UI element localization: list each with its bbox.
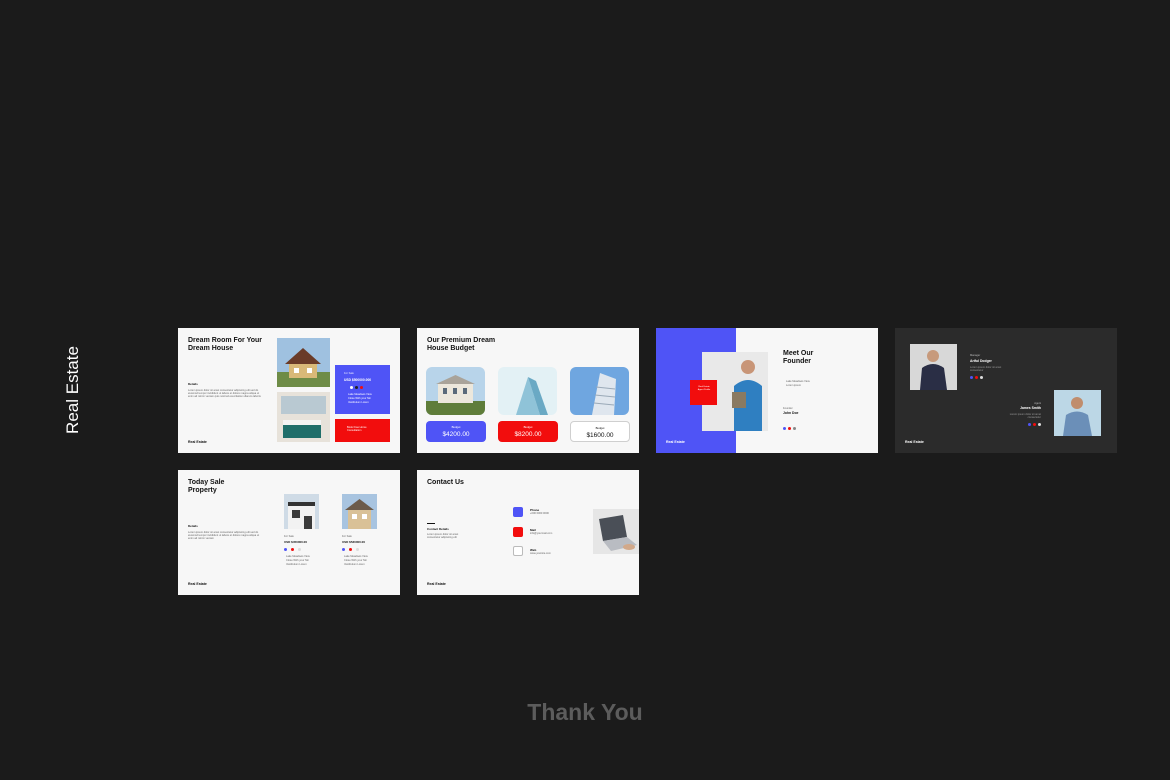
- property2-tag: For Sale: [342, 535, 352, 538]
- slide-footer: Real Estate: [427, 582, 446, 586]
- budget-amount: $4200.00: [442, 431, 470, 438]
- details-body: Lorem ipsum dolor sit amet consectetur a…: [188, 531, 260, 541]
- property2-feature-3: Vestibulum Lorem: [344, 563, 365, 566]
- budget-label: Budget: [595, 426, 605, 430]
- feature-3: Vestibulum Lorem: [348, 401, 369, 404]
- price-value: USD $500000.000: [344, 378, 372, 382]
- budget-amount: $1600.00: [586, 432, 614, 439]
- red-badge: Real Estate Agent Profile: [690, 380, 717, 405]
- property1-price: USD $450000.00: [284, 540, 308, 544]
- social-dot-2[interactable]: [788, 427, 791, 430]
- web-value: www.yoursite.com: [530, 552, 551, 555]
- property2-feature-1: Lake Meadows View: [344, 555, 368, 558]
- social-dot-1[interactable]: [783, 427, 786, 430]
- slide-team[interactable]: Manager Artful Dodger Lorem ipsum dolor …: [895, 328, 1117, 453]
- slide-dream-room[interactable]: Dream Room For Your Dream House Details …: [178, 328, 400, 453]
- founder-role: Founder: [783, 407, 793, 410]
- budget-card-blue[interactable]: Budget $4200.00: [426, 421, 486, 442]
- slide-title: Dream Room For Your Dream House: [188, 337, 263, 352]
- property1-feature-3: Vestibulum Lorem: [286, 563, 307, 566]
- member1-role: Manager: [970, 354, 981, 357]
- side-title: Real Estate: [63, 346, 82, 434]
- property2-feature-2: Close With your Ski: [344, 559, 367, 562]
- budget-card-red[interactable]: Budget $8200.00: [498, 421, 558, 442]
- property1-feature-2: Close With your Ski: [286, 559, 309, 562]
- phone-icon: [513, 507, 523, 517]
- property2-price: USD $530000.00: [342, 540, 366, 544]
- member1-photo: [910, 344, 957, 390]
- member2-photo: [1054, 390, 1101, 436]
- slide-contact[interactable]: Contact Us Contact Details Lorem ipsum d…: [417, 470, 639, 595]
- property1-tag: For Sale: [284, 535, 294, 538]
- member2-name: James Smith: [1020, 406, 1041, 410]
- budget-label: Budget: [523, 425, 533, 429]
- laptop-photo: [593, 509, 639, 554]
- bedroom-photo: [277, 392, 330, 442]
- slide-footer: Real Estate: [666, 440, 685, 444]
- glass-building-photo: [498, 367, 557, 415]
- price-tag: For Sale: [344, 372, 354, 375]
- property2-dot-3: [356, 548, 359, 551]
- thank-you-text: Thank You: [527, 699, 643, 725]
- member1-dot-2[interactable]: [975, 376, 978, 379]
- color-dot-1: [350, 386, 353, 389]
- mail-value: info@yourmail.com: [530, 532, 553, 535]
- budget-card-white[interactable]: Budget $1600.00: [570, 421, 630, 442]
- consultation-text: Book Free Home Consultation: [347, 426, 367, 433]
- property1-dot-3: [298, 548, 301, 551]
- member1-dot-1[interactable]: [970, 376, 973, 379]
- member2-dot-3[interactable]: [1038, 423, 1041, 426]
- house-photo: [277, 338, 330, 387]
- slide-footer: Real Estate: [905, 440, 924, 444]
- details-body: Lorem ipsum dolor sit amet consectetur a…: [188, 389, 261, 399]
- color-dot-3: [360, 386, 363, 389]
- member2-desc: Lorem ipsum dolor sit amet consectetur: [1009, 413, 1041, 420]
- web-icon: [513, 546, 523, 556]
- divider-line: [427, 523, 435, 524]
- property2-photo: [342, 494, 377, 529]
- member1-name: Artful Dodger: [970, 359, 992, 363]
- slide-title: Today Sale Property: [188, 479, 225, 494]
- slide-title: Contact Us: [427, 479, 464, 486]
- founder-name: John Doe: [783, 411, 799, 415]
- property2-dot-1: [342, 548, 345, 551]
- feature-1: Lake Meadows View: [348, 393, 372, 396]
- property1-dot-1: [284, 548, 287, 551]
- member2-dot-2[interactable]: [1033, 423, 1036, 426]
- founder-list-2: Lorem ipsum: [786, 384, 801, 387]
- slide-budget[interactable]: Our Premium Dream House Budget Budget $4…: [417, 328, 639, 453]
- color-dot-2: [355, 386, 358, 389]
- property2-dot-2: [349, 548, 352, 551]
- founder-list-1: Lake Meadows View: [786, 380, 810, 383]
- property1-dot-2: [291, 548, 294, 551]
- member1-dot-3[interactable]: [980, 376, 983, 379]
- mail-icon: [513, 527, 523, 537]
- phone-value: +000 0000 0000: [530, 512, 549, 515]
- mansion-photo: [426, 367, 485, 415]
- slide-founder[interactable]: Real Estate Agent Profile Meet Our Found…: [656, 328, 878, 453]
- red-badge-text: Real Estate Agent Profile: [697, 386, 711, 392]
- slide-footer: Real Estate: [188, 440, 207, 444]
- social-dot-3[interactable]: [793, 427, 796, 430]
- property1-photo: [284, 494, 319, 529]
- tower-photo: [570, 367, 629, 415]
- budget-amount: $8200.00: [514, 431, 542, 438]
- details-label: Details: [188, 524, 198, 528]
- member2-role: Agent: [1034, 402, 1041, 405]
- property1-feature-1: Lake Meadows View: [286, 555, 310, 558]
- slide-title: Our Premium Dream House Budget: [427, 337, 496, 352]
- member2-dot-1[interactable]: [1028, 423, 1031, 426]
- contact-details-label: Contact Details: [427, 527, 449, 531]
- feature-2: Close With your Ski: [348, 397, 371, 400]
- member1-desc: Lorem ipsum dolor sit amet consectetur: [970, 366, 1002, 373]
- budget-label: Budget: [451, 425, 461, 429]
- details-label: Details: [188, 382, 198, 386]
- slide-footer: Real Estate: [188, 582, 207, 586]
- slide-today-sale[interactable]: Today Sale Property Details Lorem ipsum …: [178, 470, 400, 595]
- slide-title: Meet Our Founder: [783, 350, 814, 365]
- price-card: For Sale USD $500000.000 Lake Meadows Vi…: [335, 365, 390, 414]
- consultation-card: Book Free Home Consultation: [335, 419, 390, 442]
- contact-body: Lorem ipsum dolor sit amet consectetur a…: [427, 533, 459, 540]
